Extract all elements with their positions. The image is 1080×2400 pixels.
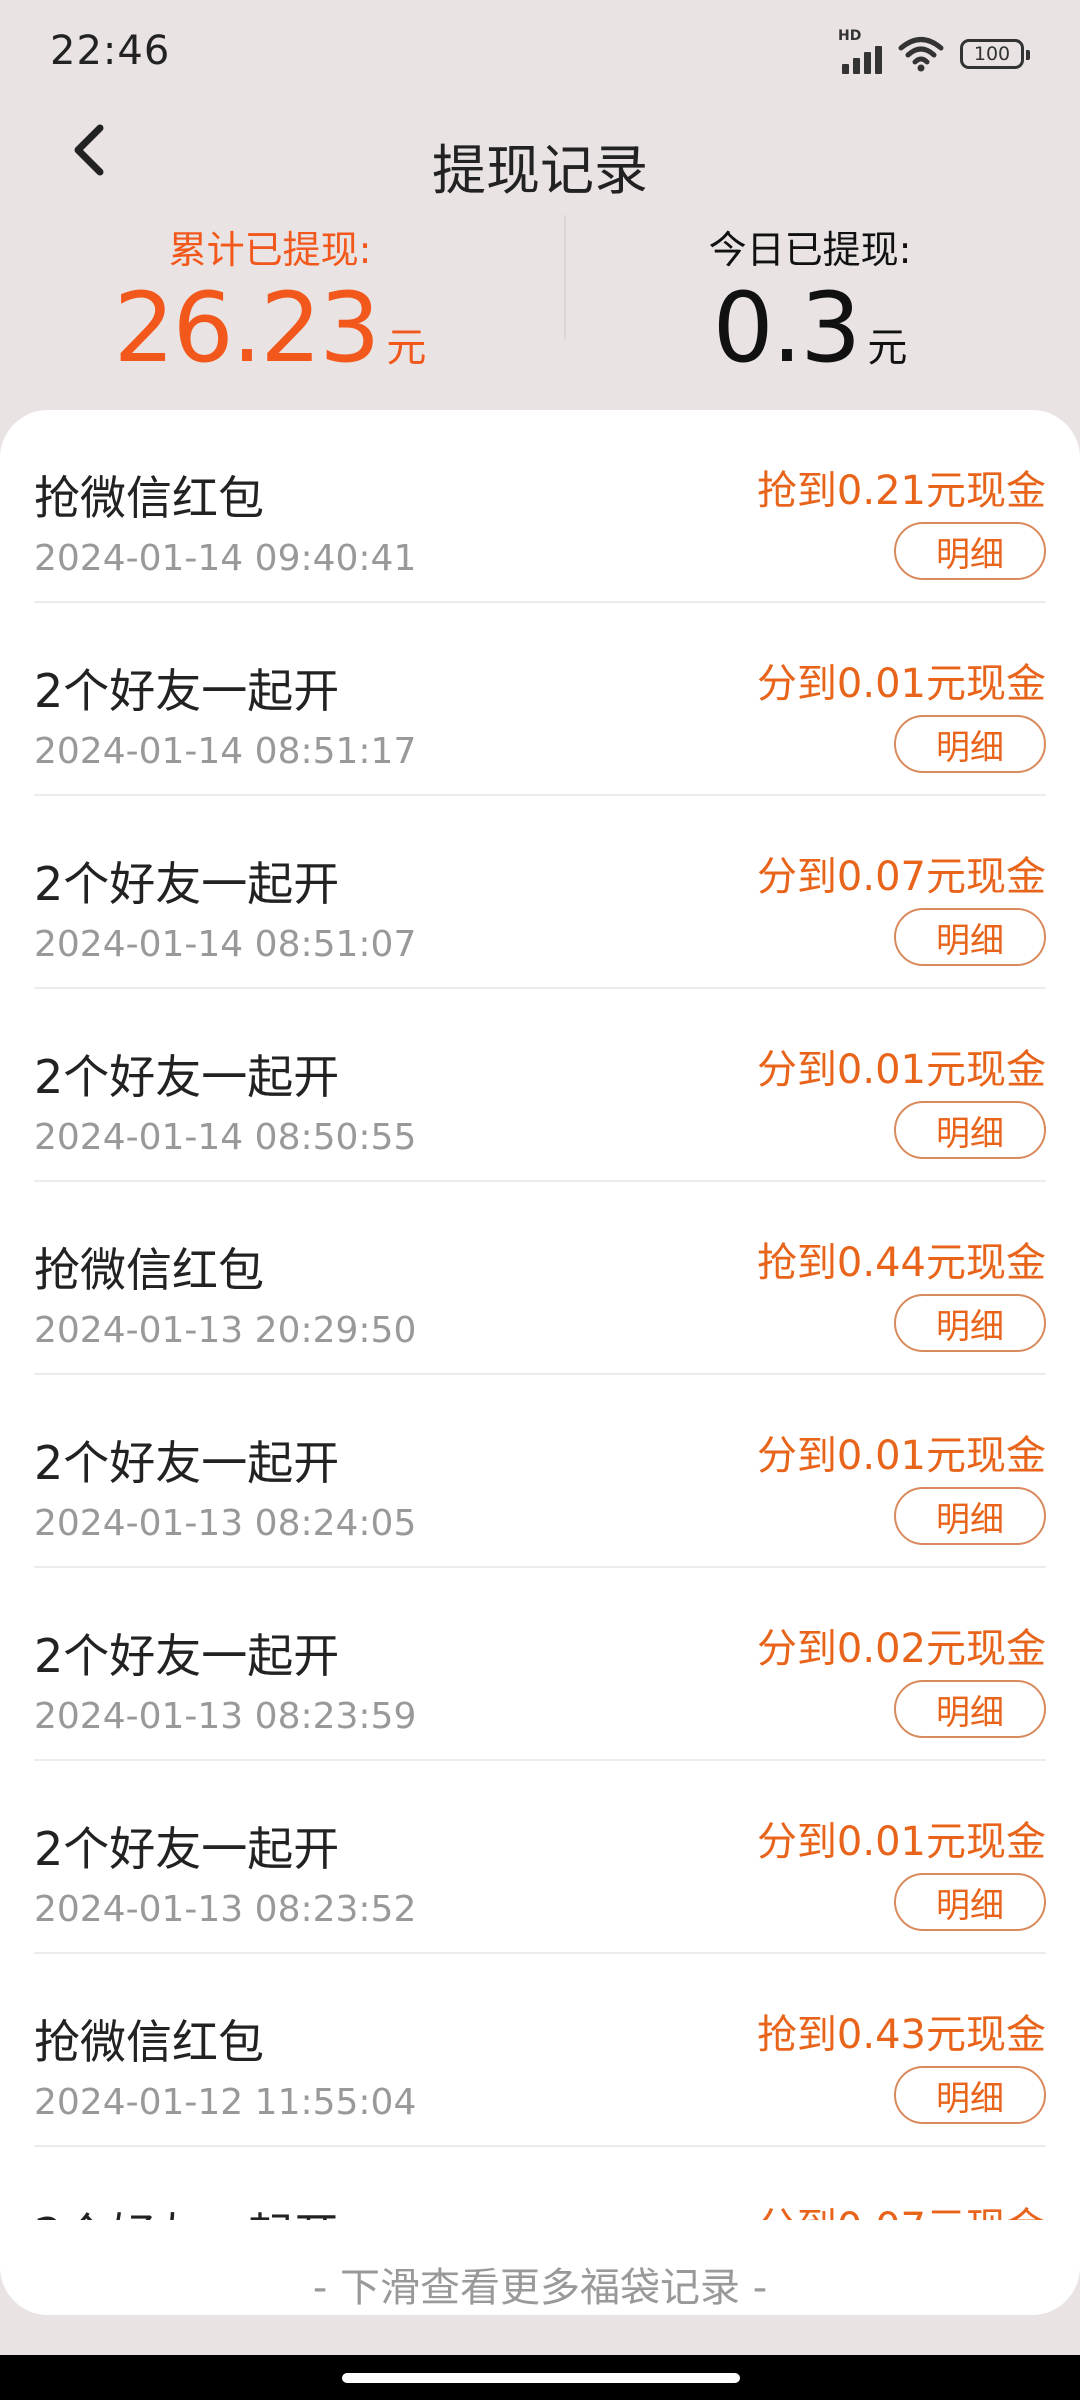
list-item: 抢微信红包 2024-01-13 20:29:50 抢到0.44元现金 明细	[34, 1182, 1046, 1375]
list-item: 2个好友一起开 2024-01-14 08:50:55 分到0.01元现金 明细	[34, 989, 1046, 1182]
list-item: 抢微信红包 2024-01-12 11:55:04 抢到0.43元现金 明细	[34, 1954, 1046, 2147]
record-time: 2024-01-13 20:29:50	[34, 1310, 417, 1351]
records-card: 抢微信红包 2024-01-14 09:40:41 抢到0.21元现金 明细 2…	[0, 410, 1080, 2315]
status-bar: 22:46 HD 100	[0, 0, 1080, 100]
record-amount: 分到0.01元现金	[756, 1819, 1046, 1865]
record-title: 2个好友一起开	[34, 1629, 340, 1683]
status-icons: HD 100	[838, 28, 1030, 74]
detail-button[interactable]: 明细	[894, 1487, 1046, 1545]
list-item-partial: 2个好友一起开 分到0.07元现金	[34, 2147, 1046, 2220]
wifi-icon	[898, 37, 944, 72]
record-title: 抢微信红包	[34, 471, 264, 525]
record-time: 2024-01-12 11:55:04	[34, 2082, 417, 2123]
nav-bar: 提现记录	[0, 100, 1080, 220]
list-item: 2个好友一起开 2024-01-14 08:51:07 分到0.07元现金 明细	[34, 796, 1046, 989]
battery-level: 100	[973, 43, 1011, 65]
record-amount: 抢到0.43元现金	[756, 2012, 1046, 2058]
detail-button[interactable]: 明细	[894, 2066, 1046, 2124]
record-amount: 分到0.01元现金	[756, 1047, 1046, 1093]
detail-button[interactable]: 明细	[894, 715, 1046, 773]
detail-button[interactable]: 明细	[894, 522, 1046, 580]
record-time: 2024-01-14 08:51:07	[34, 924, 417, 965]
record-title: 抢微信红包	[34, 2015, 264, 2069]
battery-icon: 100	[960, 39, 1030, 69]
detail-button[interactable]: 明细	[894, 1680, 1046, 1738]
records-list[interactable]: 抢微信红包 2024-01-14 09:40:41 抢到0.21元现金 明细 2…	[0, 410, 1080, 2220]
record-time: 2024-01-14 09:40:41	[34, 538, 417, 579]
record-title: 2个好友一起开	[34, 1822, 340, 1876]
record-amount: 分到0.02元现金	[756, 1626, 1046, 1672]
record-time: 2024-01-14 08:50:55	[34, 1117, 417, 1158]
record-time: 2024-01-13 08:24:05	[34, 1503, 417, 1544]
network-label: HD	[838, 28, 862, 44]
gesture-bar	[0, 2355, 1080, 2400]
record-title: 抢微信红包	[34, 1243, 264, 1297]
today-withdrawn-unit: 元	[867, 325, 908, 371]
record-time: 2024-01-13 08:23:52	[34, 1889, 417, 1930]
list-item: 2个好友一起开 2024-01-14 08:51:17 分到0.01元现金 明细	[34, 603, 1046, 796]
record-amount: 分到0.01元现金	[756, 1433, 1046, 1479]
record-title: 2个好友一起开	[34, 1050, 340, 1104]
load-more-hint: - 下滑查看更多福袋记录 -	[312, 2265, 768, 2311]
total-withdrawn: 累计已提现: 26.23 元	[0, 215, 540, 380]
today-withdrawn: 今日已提现: 0.3 元	[540, 215, 1080, 380]
record-title: 2个好友一起开	[34, 1436, 340, 1490]
list-item: 2个好友一起开 2024-01-13 08:24:05 分到0.01元现金 明细	[34, 1375, 1046, 1568]
record-title: 2个好友一起开	[34, 857, 340, 911]
detail-button[interactable]: 明细	[894, 1294, 1046, 1352]
list-item: 2个好友一起开 2024-01-13 08:23:59 分到0.02元现金 明细	[34, 1568, 1046, 1761]
withdraw-summary: 累计已提现: 26.23 元 今日已提现: 0.3 元	[0, 215, 1080, 380]
total-withdrawn-label: 累计已提现:	[168, 228, 372, 272]
hd-signal-icon: HD	[838, 28, 882, 74]
record-title: 2个好友一起开	[34, 2199, 339, 2220]
record-time: 2024-01-13 08:23:59	[34, 1696, 417, 1737]
record-amount: 分到0.07元现金	[756, 854, 1046, 900]
page-title: 提现记录	[432, 139, 648, 202]
list-item: 抢微信红包 2024-01-14 09:40:41 抢到0.21元现金 明细	[34, 410, 1046, 603]
detail-button[interactable]: 明细	[894, 1101, 1046, 1159]
record-amount: 分到0.07元现金	[757, 2195, 1046, 2220]
total-withdrawn-value: 26.23	[113, 272, 381, 384]
list-item: 2个好友一起开 2024-01-13 08:23:52 分到0.01元现金 明细	[34, 1761, 1046, 1954]
today-withdrawn-label: 今日已提现:	[708, 228, 912, 272]
total-withdrawn-unit: 元	[386, 325, 427, 371]
detail-button[interactable]: 明细	[894, 908, 1046, 966]
detail-button[interactable]: 明细	[894, 1873, 1046, 1931]
record-amount: 抢到0.44元现金	[756, 1240, 1046, 1286]
record-title: 2个好友一起开	[34, 664, 340, 718]
today-withdrawn-value: 0.3	[712, 272, 862, 384]
record-amount: 抢到0.21元现金	[756, 468, 1046, 514]
status-time: 22:46	[50, 28, 171, 74]
record-time: 2024-01-14 08:51:17	[34, 731, 417, 772]
home-indicator[interactable]	[342, 2373, 740, 2383]
record-amount: 分到0.01元现金	[756, 661, 1046, 707]
